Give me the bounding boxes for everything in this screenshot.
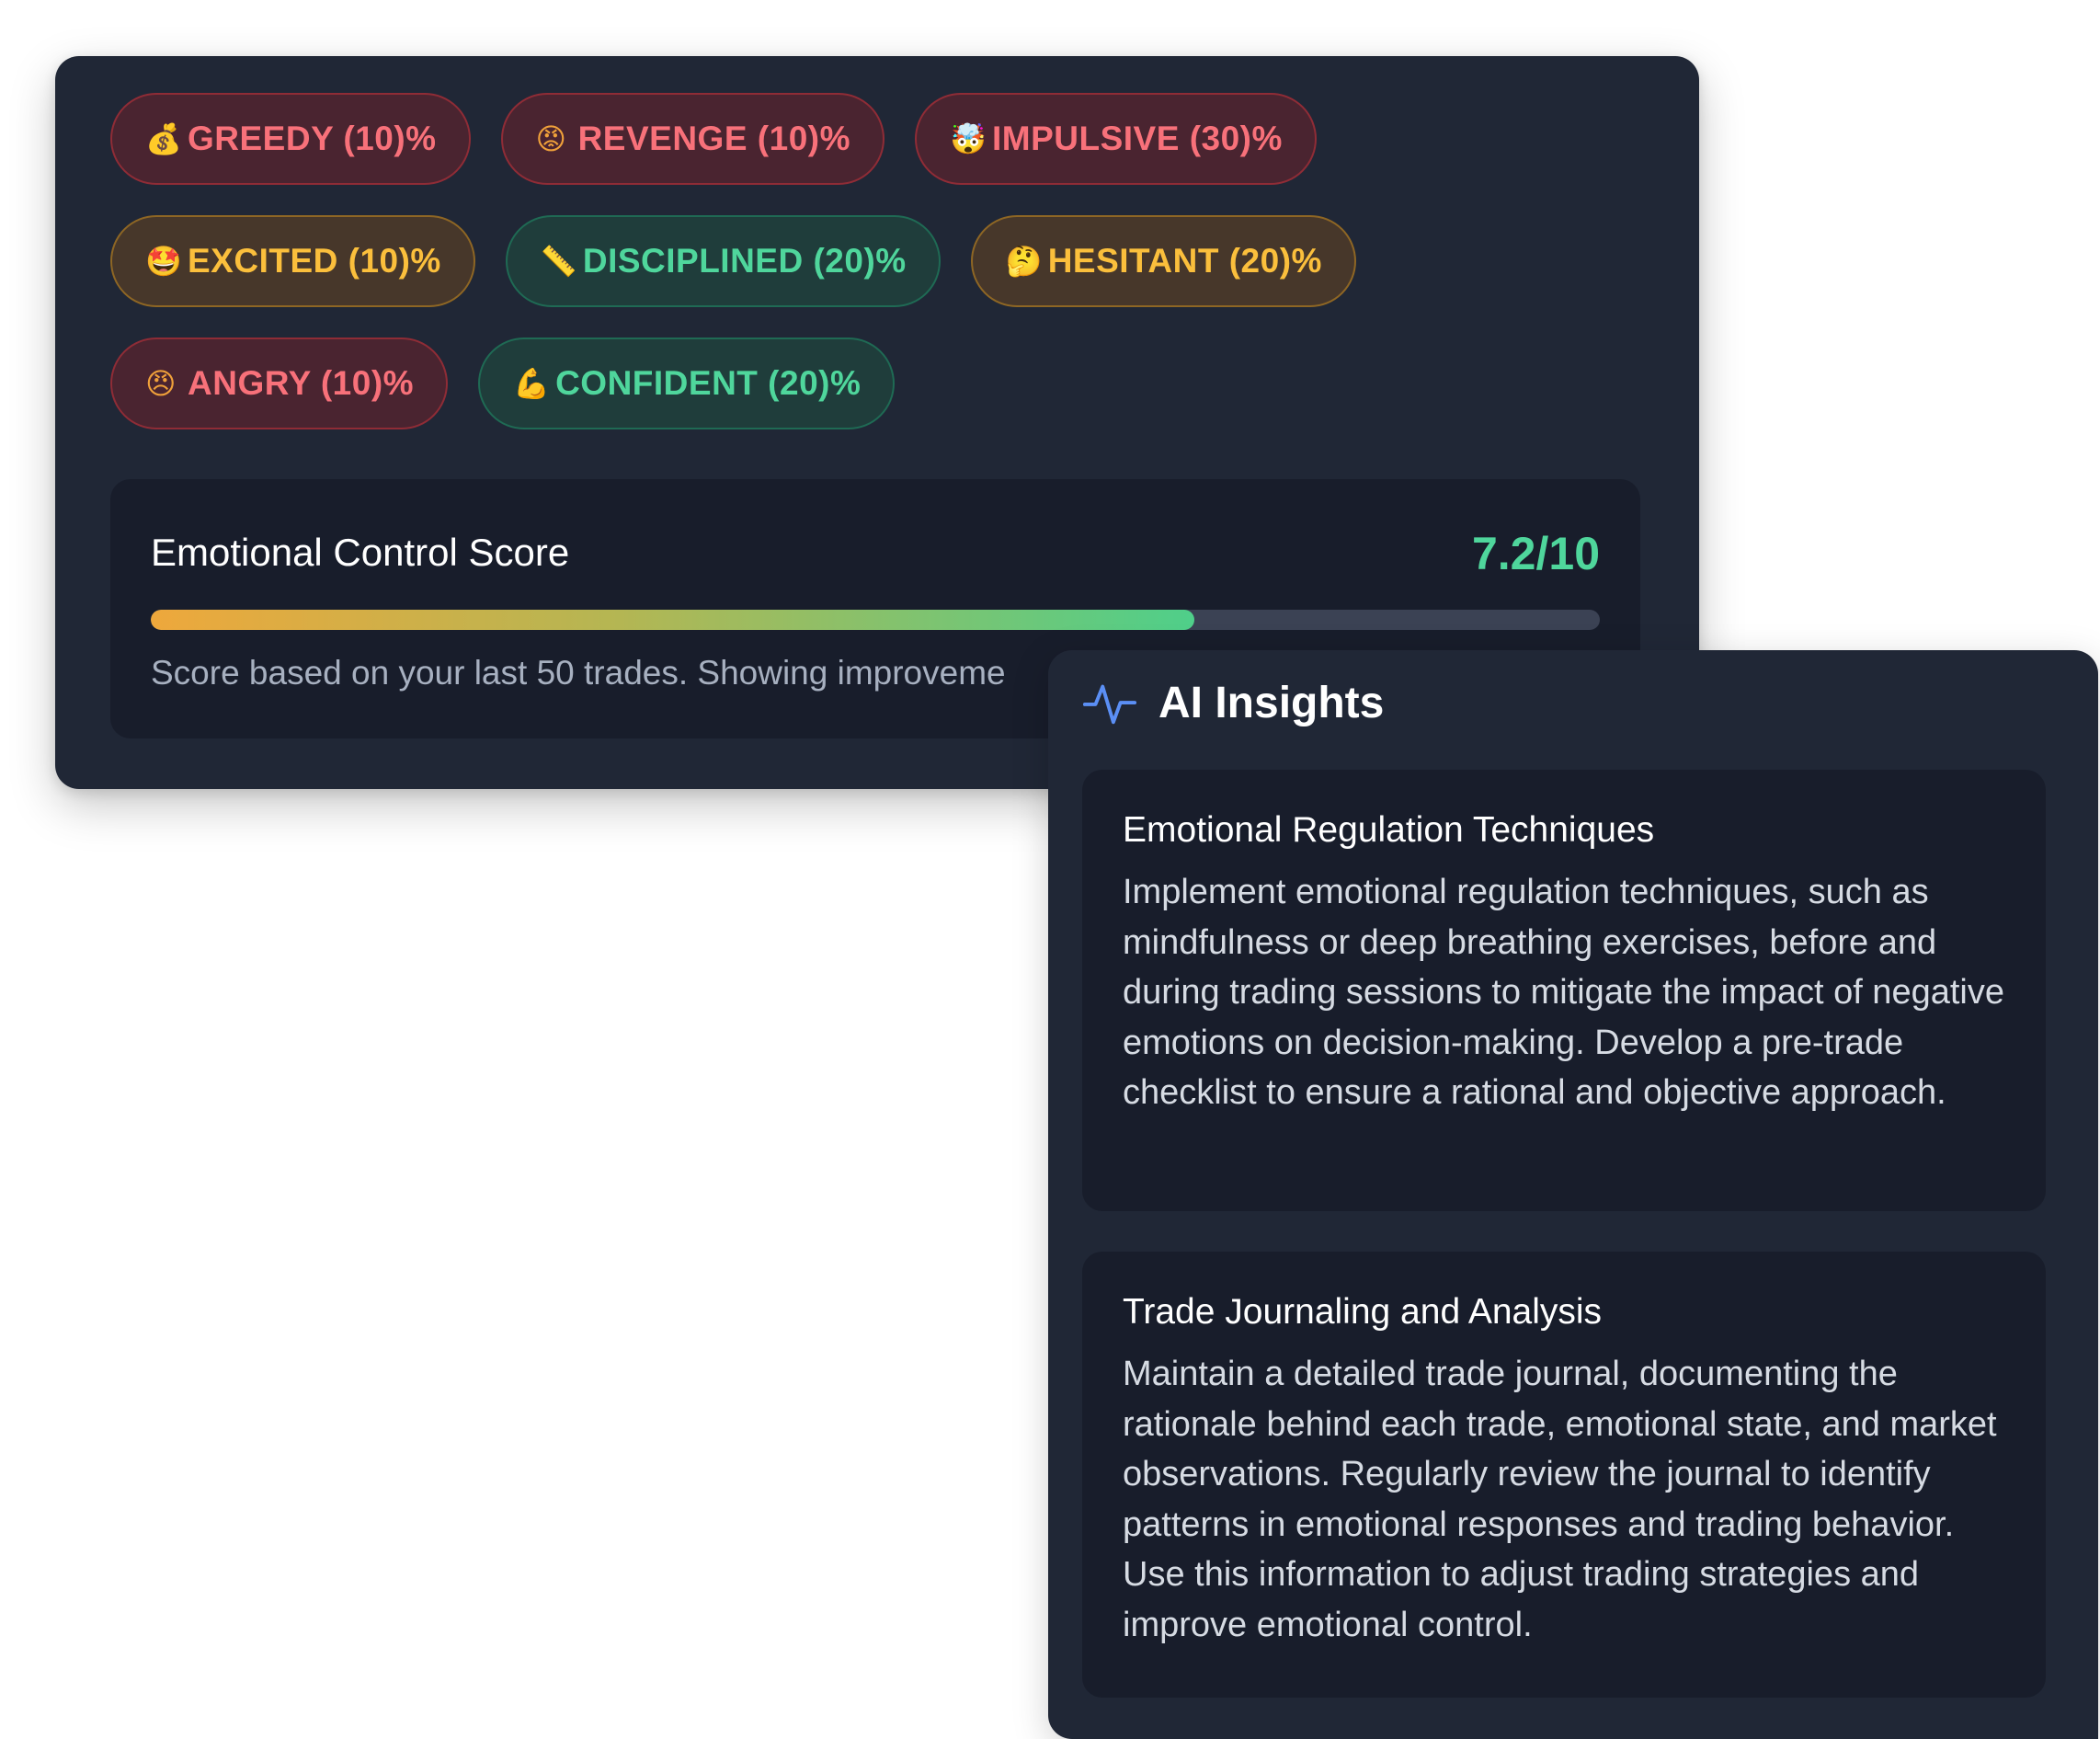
ai-insights-title: AI Insights [1158, 678, 1385, 727]
activity-pulse-icon [1082, 684, 1137, 725]
ai-insights-header: AI Insights [1081, 670, 1384, 735]
emotion-tag-label: CONFIDENT (20)% [555, 364, 862, 402]
score-value: 7.2/10 [1471, 528, 1600, 579]
emotion-tag-label: EXCITED (10)% [188, 242, 441, 280]
ai-insights-card: AI Insights Emotional Regulation Techniq… [1048, 650, 2098, 1739]
insight-card: Trade Journaling and Analysis Maintain a… [1082, 1252, 2046, 1698]
flexed-biceps-icon: 💪 [513, 366, 551, 401]
star-struck-icon: 🤩 [145, 244, 183, 279]
insight-body: Maintain a detailed trade journal, docum… [1123, 1355, 1997, 1644]
exploding-head-icon: 🤯 [950, 121, 987, 156]
insight-title: Emotional Regulation Techniques [1123, 810, 1655, 850]
score-note: Score based on your last 50 trades. Show… [151, 654, 1006, 692]
thinking-face-icon: 🤔 [1005, 244, 1044, 279]
emotion-tag-greedy[interactable]: 💰 GREEDY (10)% [110, 93, 471, 185]
emotion-tag-impulsive[interactable]: 🤯 IMPULSIVE (30)% [915, 93, 1317, 185]
emotion-tag-label: DISCIPLINED (20)% [582, 242, 907, 280]
emotion-tag-label: ANGRY (10)% [188, 364, 415, 402]
emotion-tag-label: IMPULSIVE (30)% [992, 120, 1283, 157]
emotion-tag-excited[interactable]: 🤩 EXCITED (10)% [110, 215, 475, 307]
emotion-tag-label: GREEDY (10)% [188, 120, 437, 157]
ruler-icon: 📏 [540, 244, 578, 279]
emotion-tag-label: HESITANT (20)% [1047, 242, 1322, 280]
angry-face-icon: 😡 [535, 121, 567, 156]
money-bag-icon: 💰 [145, 121, 183, 156]
insight-card: Emotional Regulation Techniques Implemen… [1082, 770, 2046, 1211]
emotion-tag-revenge[interactable]: 😡 REVENGE (10)% [500, 93, 885, 185]
emotion-tag-confident[interactable]: 💪 CONFIDENT (20)% [478, 338, 896, 429]
score-progress-fill [151, 610, 1194, 630]
score-progress-bar [151, 610, 1600, 630]
insight-title: Trade Journaling and Analysis [1123, 1292, 1603, 1332]
emotion-tag-hesitant[interactable]: 🤔 HESITANT (20)% [970, 215, 1356, 307]
emotion-tag-label: REVENGE (10)% [577, 120, 850, 157]
emotion-tag-disciplined[interactable]: 📏 DISCIPLINED (20)% [505, 215, 941, 307]
insight-body: Implement emotional regulation technique… [1123, 873, 2004, 1112]
frowning-face-icon: 😠 [145, 366, 177, 401]
emotion-tag-angry[interactable]: 😠 ANGRY (10)% [110, 338, 449, 429]
emotion-tags: 💰 GREEDY (10)% 😡 REVENGE (10)% 🤯 IMPULSI… [110, 93, 1655, 429]
score-title: Emotional Control Score [151, 531, 570, 574]
